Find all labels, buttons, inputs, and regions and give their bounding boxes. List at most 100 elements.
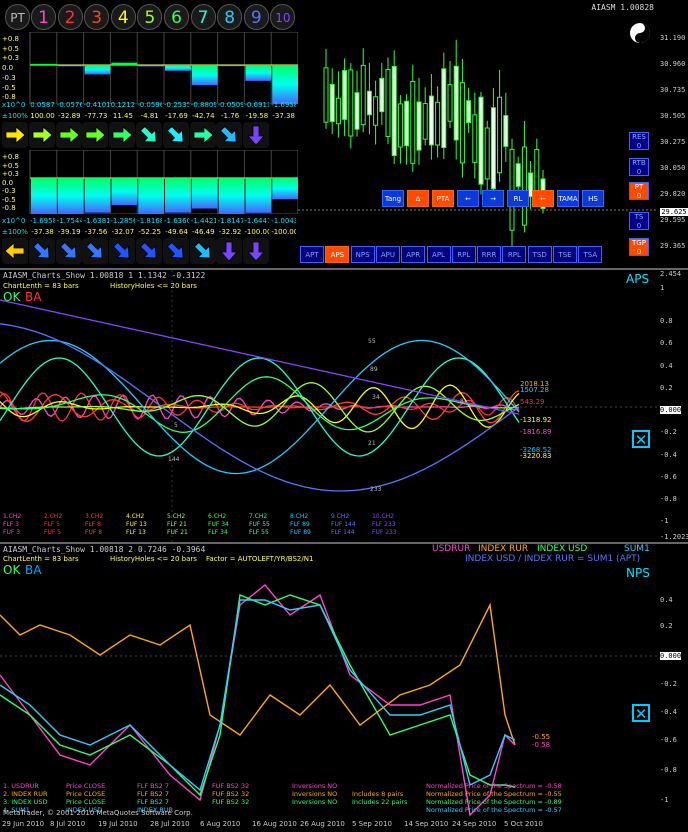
toolbar-button-rpl[interactable]: RPL xyxy=(502,246,527,263)
candle-body xyxy=(366,90,372,116)
candle-body xyxy=(515,163,521,187)
toolbar-button[interactable]: Δ xyxy=(407,190,429,207)
nps-close-icon[interactable]: ✕ xyxy=(632,704,650,722)
spectrum-bar xyxy=(31,178,57,214)
arrow-icon-right[interactable] xyxy=(28,122,55,148)
value-cell: -77.73 xyxy=(84,112,108,120)
side-button-ts[interactable]: TS 0 xyxy=(629,212,649,230)
side-button-res[interactable]: RES 0 xyxy=(629,132,649,150)
spectrum-bar xyxy=(191,65,218,86)
toolbar-button-apu[interactable]: APU xyxy=(375,246,400,263)
aps-curve-label: 89 xyxy=(370,366,378,373)
toolbar-button-tse[interactable]: TSE xyxy=(553,246,577,263)
aps-legend-channel: 1.CH2 xyxy=(3,513,22,520)
arrow-icon-down-right[interactable] xyxy=(162,238,189,264)
toolbar-button-rrr[interactable]: RRR xyxy=(477,246,502,263)
aps-y-tick: 1 xyxy=(660,284,665,292)
side-button-rtb[interactable]: RTB 0 xyxy=(629,158,649,176)
arrow-icon-right[interactable] xyxy=(55,122,82,148)
toolbar-button[interactable]: ← xyxy=(457,190,479,207)
candle-body xyxy=(484,127,490,180)
value-cell: -4.81 xyxy=(140,112,159,120)
nps-y-tick: -0.8 xyxy=(660,766,677,774)
num-button-3[interactable]: 3 xyxy=(84,4,110,30)
arrow-icon-right[interactable] xyxy=(109,122,136,148)
num-button-9[interactable]: 9 xyxy=(243,4,269,30)
candle-body xyxy=(435,101,441,146)
nps-legend-formula: INDEX USD / INDEX RUR = SUM1 (APT) xyxy=(465,554,641,564)
spectrum-bar xyxy=(111,62,138,65)
arrow-icon-right[interactable] xyxy=(82,122,109,148)
toolbar-button[interactable]: HS xyxy=(582,190,604,207)
arrow-icon-down-right[interactable] xyxy=(82,238,109,264)
aps-y-tick: -0.2 xyxy=(660,428,677,436)
toolbar-button[interactable]: PTA xyxy=(432,190,454,207)
toolbar-button[interactable]: TAMA xyxy=(557,190,579,207)
num-button-2[interactable]: 2 xyxy=(57,4,83,30)
aps-legend-channel: 5.CH2 xyxy=(167,513,186,520)
num-button-4[interactable]: 4 xyxy=(110,4,136,30)
nps-series-line xyxy=(0,599,516,792)
num-button-6[interactable]: 6 xyxy=(164,4,189,30)
arrow-icon-down-right[interactable] xyxy=(162,122,189,148)
num-button-10[interactable]: 10 xyxy=(270,4,296,30)
spectrum-bar xyxy=(272,178,298,200)
num-button-5[interactable]: 5 xyxy=(137,4,163,30)
toolbar-button[interactable]: → xyxy=(482,190,504,207)
aps-legend-fuf: FUF 8 xyxy=(85,529,103,536)
side-button-tgp[interactable]: TGP 0 xyxy=(629,238,649,256)
arrow-icon-down[interactable] xyxy=(243,238,270,264)
arrow-icon-down-right[interactable] xyxy=(216,122,243,148)
toolbar-button[interactable]: Tang xyxy=(382,190,404,207)
toolbar-button-nps[interactable]: NPS xyxy=(350,246,375,263)
x-axis-label: 16 Aug 2010 xyxy=(252,820,297,828)
toolbar-button-apt[interactable]: APT xyxy=(300,246,324,263)
nps-y-tick: 0.000 xyxy=(660,652,682,660)
aps-legend-flf: FLF 21 xyxy=(167,521,187,528)
aps-y-tick: 0.2 xyxy=(660,384,673,392)
x-axis-label: 19 Jul 2010 xyxy=(98,820,138,828)
value-cell: -37.38 xyxy=(272,112,295,120)
aps-close-icon[interactable]: ✕ xyxy=(632,430,650,448)
arrow-icon-down-right[interactable] xyxy=(109,238,136,264)
arrow-icon-right[interactable] xyxy=(189,122,216,148)
spectrum-bar xyxy=(138,178,164,214)
arrow-icon-left[interactable] xyxy=(2,238,28,264)
arrow-icon-right[interactable] xyxy=(2,122,28,148)
arrow-icon-down-right[interactable] xyxy=(55,238,82,264)
toolbar-button-tsd[interactable]: TSD xyxy=(527,246,552,263)
value-cell: -1.6381 xyxy=(83,217,109,225)
side-button-value: 0 xyxy=(636,222,642,230)
toolbar-button-rpl[interactable]: RPL xyxy=(451,246,476,263)
pct-label-a: ±100% xyxy=(2,112,28,120)
aps-legend-fuf: FUF 21 xyxy=(167,529,188,536)
grid-a-scale-tick: +0.3 xyxy=(2,54,19,63)
nps-info-c7: Normalized Price of the Spectrum = -0.89 xyxy=(426,798,562,806)
side-button-pt[interactable]: PT 0 xyxy=(629,182,649,200)
arrow-icon-down-right[interactable] xyxy=(189,238,216,264)
toolbar-button-apr[interactable]: APR xyxy=(401,246,426,263)
toolbar-button-aps[interactable]: APS xyxy=(325,246,350,263)
arrow-icon-down-right[interactable] xyxy=(28,238,55,264)
pt-button[interactable]: PT xyxy=(5,4,30,30)
arrow-icon-down[interactable] xyxy=(216,238,243,264)
nps-legend-item: INDEX USD xyxy=(537,544,588,554)
num-button-7[interactable]: 7 xyxy=(190,4,216,30)
num-button-1[interactable]: 1 xyxy=(31,4,56,30)
toolbar-button-apl[interactable]: APL xyxy=(426,246,451,263)
arrow-icon-down[interactable] xyxy=(243,122,270,148)
price-tick: 30.505 xyxy=(660,112,686,120)
value-cell: 11.45 xyxy=(112,112,133,120)
toolbar-button[interactable]: ← xyxy=(532,190,554,207)
nps-info-c2: Price CLOSE xyxy=(66,798,106,806)
toolbar-button[interactable]: RL xyxy=(507,190,529,207)
arrow-icon-down-right[interactable] xyxy=(136,122,162,148)
arrow-icon-down-right[interactable] xyxy=(136,238,162,264)
x-axis-label: 29 Jun 2010 xyxy=(2,820,45,828)
candle-body xyxy=(385,68,391,138)
price-tick: 29.820 xyxy=(660,190,686,198)
toolbar-button-tsa[interactable]: TSA xyxy=(578,246,603,263)
spectrum-bar xyxy=(165,178,191,213)
aps-y-tick: -0.6 xyxy=(660,473,677,481)
num-button-8[interactable]: 8 xyxy=(217,4,243,30)
